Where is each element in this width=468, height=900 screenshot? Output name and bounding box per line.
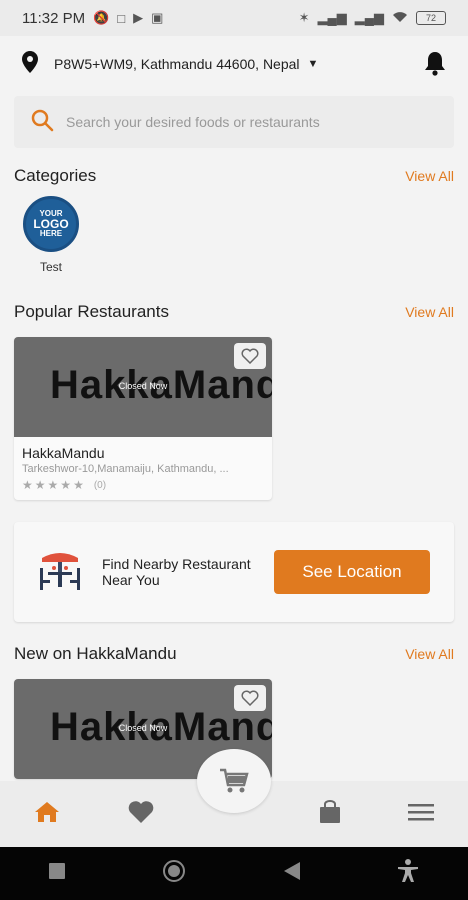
search-icon (30, 108, 54, 137)
category-item[interactable]: YOUR LOGO HERE Test (14, 196, 88, 274)
star-icon: ★ (22, 478, 33, 492)
chevron-down-icon[interactable]: ▼ (308, 58, 319, 70)
status-left: 11:32 PM 🔕 □ ▶ ▣ (22, 10, 163, 27)
new-on-title: New on HakkaMandu (14, 644, 177, 663)
recent-apps-icon[interactable] (48, 863, 65, 884)
location-pin-icon (22, 50, 38, 78)
new-on-view-all-link[interactable]: View All (405, 646, 454, 662)
heart-icon[interactable] (127, 800, 155, 829)
restaurant-info: HakkaMandu Tarkeshwor-10,Manamaiju, Kath… (14, 437, 272, 500)
category-label: Test (39, 260, 62, 274)
signal-icon: ▂▄▆ (317, 10, 347, 25)
restaurant-card[interactable]: HakkaMandu Closed Now HakkaMandu Tarkesh… (14, 337, 272, 500)
closed-badge: Closed Now (118, 723, 168, 733)
logo-text-3: HERE (39, 229, 63, 238)
heart-outline-icon (241, 690, 259, 706)
signal-icon-2: ▂▄▆ (354, 10, 384, 25)
search-bar[interactable]: Search your desired foods or restaurants (14, 96, 454, 148)
category-logo: YOUR LOGO HERE (23, 196, 79, 252)
mute-icon: 🔕 (93, 10, 110, 25)
star-icon: ★ (47, 478, 59, 492)
status-time: 11:32 PM (22, 9, 86, 27)
battery-icon: 72 (416, 11, 446, 25)
categories-title: Categories (14, 166, 97, 185)
status-right: ✶ ▂▄▆ ▂▄▆ 72 (299, 10, 446, 26)
bluetooth-icon: ✶ (298, 10, 310, 25)
location-bar[interactable]: P8W5+WM9, Kathmandu 44600, Nepal ▼ (0, 36, 468, 92)
closed-badge: Closed Now (118, 381, 168, 391)
back-icon[interactable] (283, 862, 300, 885)
heart-outline-icon (241, 348, 259, 364)
menu-icon[interactable] (408, 803, 435, 826)
restaurant-name: HakkaMandu (22, 445, 105, 461)
play-icon: ▶ (133, 10, 144, 25)
restaurant-table-icon (36, 546, 84, 599)
search-input[interactable]: Search your desired foods or restaurants (66, 114, 320, 130)
home-circle-icon[interactable] (162, 859, 186, 888)
notification-icon: □ (117, 10, 126, 26)
nearby-text: Find Nearby Restaurant Near You (102, 556, 251, 588)
restaurant-image: HakkaMandu Closed Now (14, 337, 272, 437)
see-location-button[interactable]: See Location (274, 550, 430, 594)
star-icon: ★ (60, 478, 72, 492)
cart-icon (220, 768, 249, 793)
location-address[interactable]: P8W5+WM9, Kathmandu 44600, Nepal (54, 56, 300, 72)
star-icon: ★ (34, 478, 46, 492)
cart-button[interactable] (197, 749, 271, 813)
bag-icon[interactable] (319, 799, 341, 829)
status-bar: 11:32 PM 🔕 □ ▶ ▣ ✶ ▂▄▆ ▂▄▆ 72 (0, 0, 468, 36)
wifi-icon (392, 11, 408, 26)
bell-icon[interactable] (424, 50, 446, 81)
popular-title: Popular Restaurants (14, 302, 169, 321)
categories-view-all-link[interactable]: View All (405, 168, 454, 184)
rating-count: (0) (93, 479, 107, 491)
nearby-banner: Find Nearby Restaurant Near You See Loca… (14, 522, 454, 622)
star-icon: ★ (73, 478, 84, 492)
system-nav-bar (0, 847, 468, 900)
app-icon: ▣ (151, 10, 164, 25)
accessibility-icon[interactable] (397, 859, 419, 888)
popular-view-all-link[interactable]: View All (405, 304, 454, 320)
favorite-button[interactable] (234, 685, 266, 711)
favorite-button[interactable] (234, 343, 266, 369)
restaurant-rating: ★ ★ ★ ★ ★ (0) (22, 478, 264, 492)
restaurant-address: Tarkeshwor-10,Manamaiju, Kathmandu, ... (22, 463, 229, 475)
battery-level: 72 (425, 13, 436, 23)
home-icon[interactable] (34, 801, 60, 828)
